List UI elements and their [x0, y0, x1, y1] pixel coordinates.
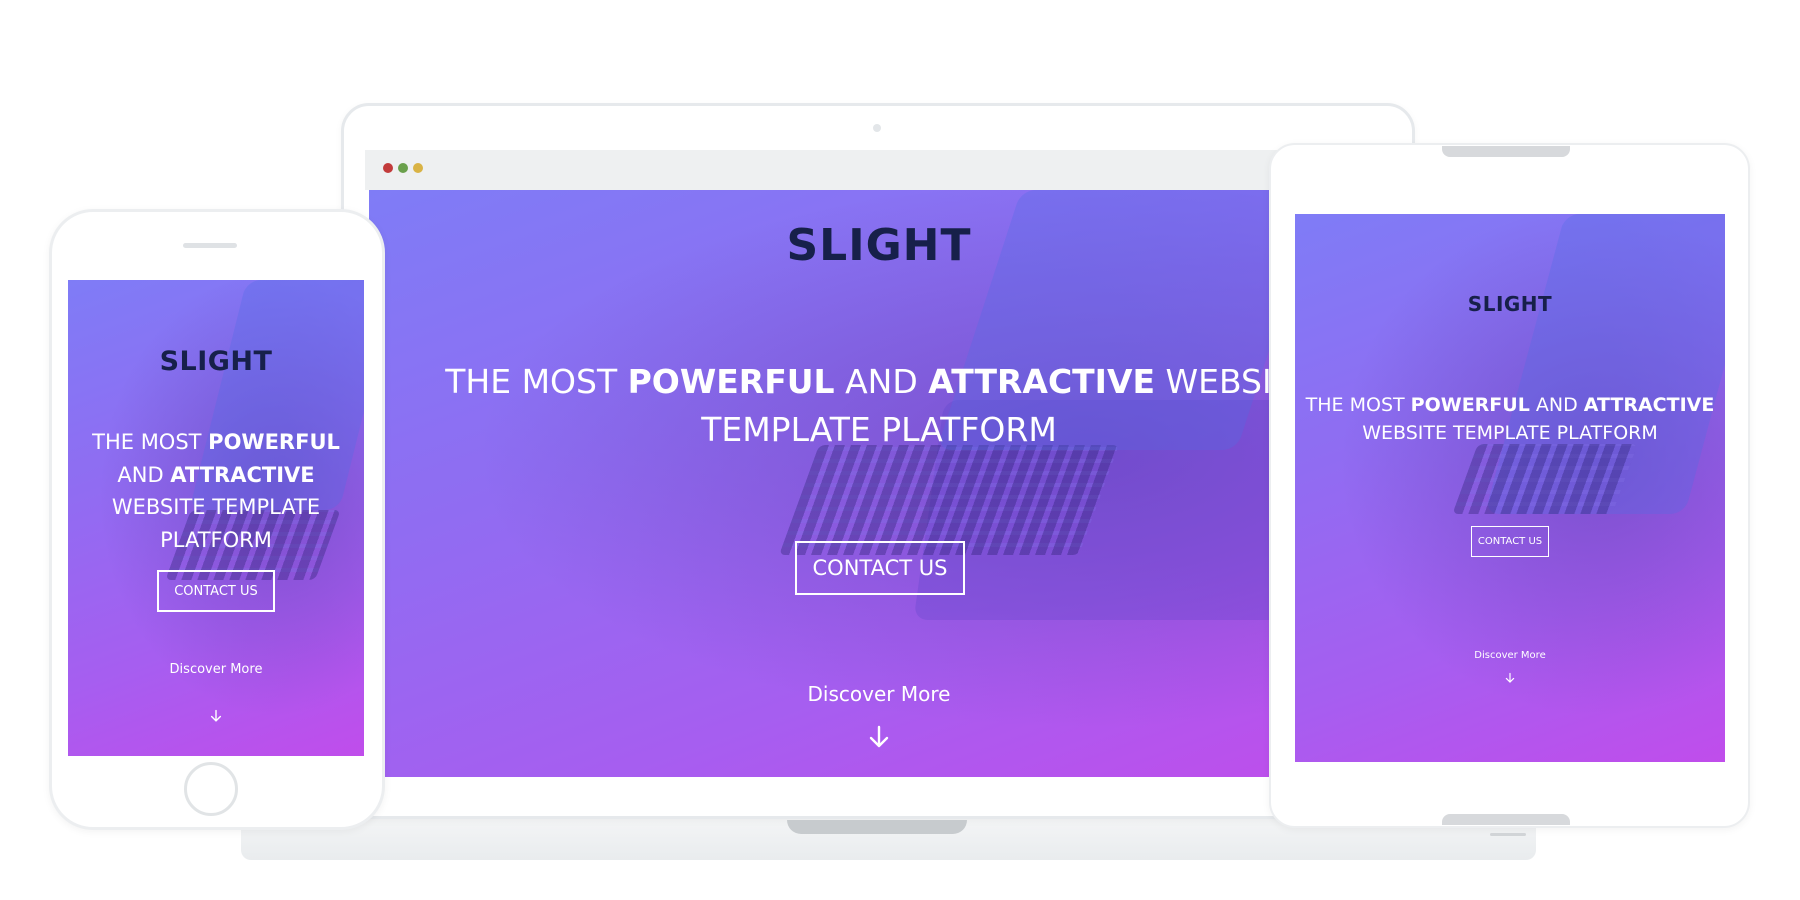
browser-titlebar [365, 150, 1392, 190]
hero-section: SLIGHT THE MOST POWERFUL AND ATTRACTIVE … [68, 280, 364, 756]
tablet-top-bar [1442, 146, 1570, 157]
background-keyboard-image [1452, 444, 1638, 514]
contact-us-button[interactable]: CONTACT US [795, 541, 965, 595]
hero-section: SLIGHT THE MOST POWERFUL AND ATTRACTIVE … [1295, 214, 1725, 762]
headline-strong-powerful: POWERFUL [627, 362, 835, 401]
discover-more-link[interactable]: Discover More [1295, 650, 1725, 661]
brand-logo[interactable]: SLIGHT [68, 346, 364, 377]
contact-us-button[interactable]: CONTACT US [1471, 526, 1549, 557]
headline-strong-attractive: ATTRACTIVE [1583, 394, 1715, 416]
headline-text: AND [117, 462, 171, 487]
headline-text: THE MOST [92, 430, 209, 454]
headline-text: THE MOST [445, 362, 628, 401]
headline-text: THE MOST [1305, 394, 1411, 416]
laptop-screen: SLIGHT THE MOST POWERFUL AND ATTRACTIVE … [369, 190, 1389, 777]
headline-text: WEBSITE TEMPLATE PLATFORM [111, 495, 321, 552]
hero-headline: THE MOST POWERFUL AND ATTRACTIVE WEBSITE… [1295, 392, 1725, 447]
laptop-camera [873, 124, 881, 132]
phone-screen: SLIGHT THE MOST POWERFUL AND ATTRACTIVE … [68, 280, 364, 756]
tablet-bottom-bar [1442, 814, 1570, 825]
headline-strong-powerful: POWERFUL [208, 430, 340, 454]
headline-strong-attractive: ATTRACTIVE [928, 362, 1156, 401]
headline-strong-attractive: ATTRACTIVE [170, 462, 315, 487]
phone-speaker [183, 243, 237, 248]
arrow-down-icon[interactable] [1505, 672, 1515, 684]
headline-text: AND [1529, 394, 1584, 416]
window-maximize-button[interactable] [398, 163, 408, 173]
tablet-screen: SLIGHT THE MOST POWERFUL AND ATTRACTIVE … [1295, 214, 1725, 762]
hero-headline: THE MOST POWERFUL AND ATTRACTIVE WEBSITE… [68, 426, 364, 556]
background-keyboard-image [778, 445, 1120, 555]
contact-us-button[interactable]: CONTACT US [157, 570, 275, 612]
hero-headline: THE MOST POWERFUL AND ATTRACTIVE WEBSITE… [369, 358, 1389, 454]
arrow-down-icon[interactable] [868, 725, 890, 749]
window-close-button[interactable] [383, 163, 393, 173]
headline-strong-powerful: POWERFUL [1410, 394, 1530, 416]
brand-logo[interactable]: SLIGHT [1295, 292, 1725, 316]
arrow-down-icon[interactable] [210, 709, 222, 723]
headline-text: AND [834, 362, 929, 401]
phone-home-button[interactable] [184, 762, 238, 816]
hero-section: SLIGHT THE MOST POWERFUL AND ATTRACTIVE … [369, 190, 1389, 777]
tablet-speaker [1490, 833, 1526, 836]
discover-more-link[interactable]: Discover More [369, 682, 1389, 706]
window-minimize-button[interactable] [413, 163, 423, 173]
headline-text: WEBSITE TEMPLATE PLATFORM [1362, 421, 1658, 444]
brand-logo[interactable]: SLIGHT [369, 220, 1389, 271]
discover-more-link[interactable]: Discover More [68, 662, 364, 677]
laptop-notch [787, 820, 967, 834]
